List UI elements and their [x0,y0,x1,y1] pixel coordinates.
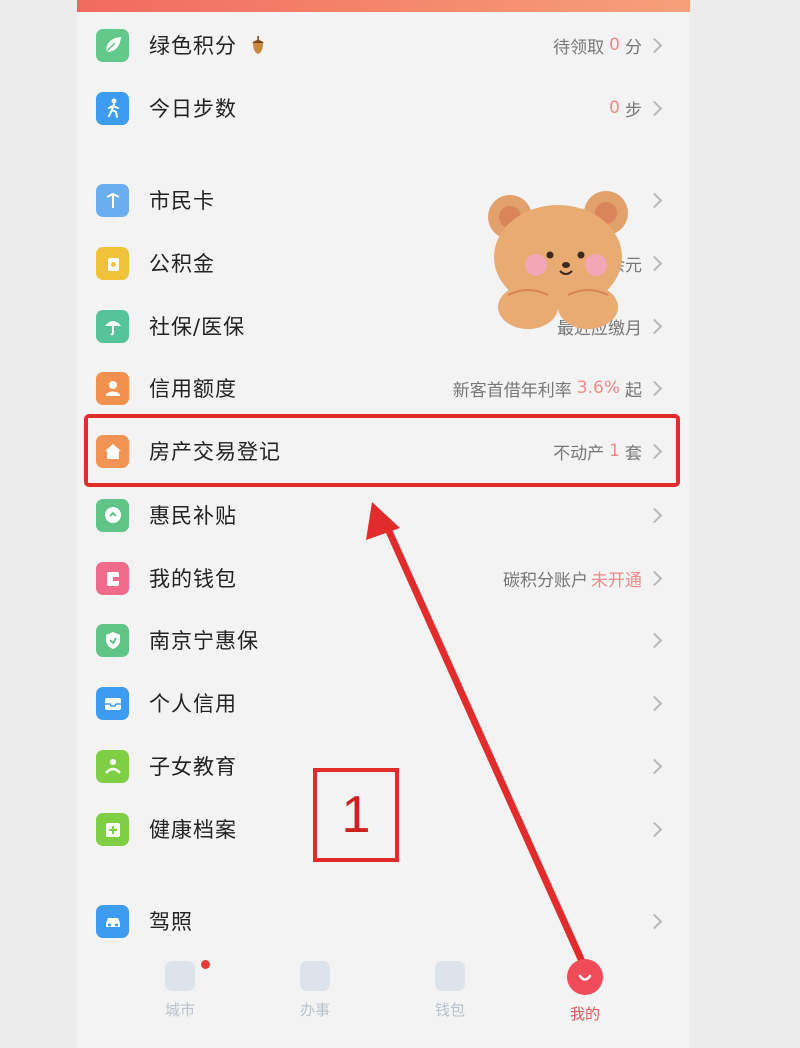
header-banner-edge [77,0,690,12]
phone-screen: 绿色积分待领取0分今日步数0步市民卡公积金余元社保/医保最近应缴月信用额度新客首… [77,0,690,1048]
chevron-right-icon [646,632,663,648]
menu-item-driver-license[interactable]: 驾照 [77,890,690,952]
detail-value: 0 [609,98,620,118]
detail-suffix: 未开通 [591,570,642,591]
menu-item-text: 社保/医保 [149,315,246,339]
detail-suffix: 分 [625,37,642,58]
shield-icon [96,623,129,657]
leaf-icon [96,28,129,62]
detail-value: 0 [609,35,620,55]
chevron-right-icon [646,821,663,837]
menu-item-label: 个人信用 [149,688,237,718]
walking-icon [96,91,129,125]
menu-item-detail: 新客首借年利率 3.6% 起 [453,376,642,401]
menu-item-text: 驾照 [149,910,193,934]
wallet-tab-icon [435,961,465,991]
education-icon [96,749,129,783]
menu-item-personal-credit[interactable]: 个人信用 [77,672,690,734]
highlight-box [84,414,680,487]
menu-item-label: 惠民补贴 [149,500,237,530]
car-icon [96,904,129,938]
chevron-right-icon [646,192,663,208]
detail-suffix: 起 [625,380,642,401]
menu-item-text: 信用额度 [149,377,237,401]
subsidy-icon [96,498,129,532]
detail-suffix: 步 [625,100,642,121]
chevron-right-icon [646,570,663,586]
health-icon [96,812,129,846]
menu-item-text: 子女教育 [149,755,237,779]
detail-value: 3.6% [576,378,620,398]
menu-item-text: 健康档案 [149,818,237,842]
tab-label: 办事 [299,1001,330,1019]
chevron-right-icon [646,37,663,53]
menu-item-text: 今日步数 [149,97,237,121]
menu-item-label: 社保/医保 [149,311,245,341]
chevron-right-icon [646,318,663,334]
wallet-icon [96,561,129,595]
menu-item-label: 公积金 [149,248,215,278]
menu-item-text: 市民卡 [149,189,215,213]
menu-item-detail: 待领取 0 分 [553,33,642,58]
acorn-icon [252,36,264,54]
detail-prefix: 新客首借年利率 [452,380,572,401]
menu-item-label: 我的钱包 [149,563,237,593]
menu-item-label: 市民卡 [149,185,215,215]
umbrella-icon [96,309,129,343]
smile-icon [567,959,603,995]
detail-prefix: 待领取 [553,37,605,58]
menu-item-label: 信用额度 [149,373,237,403]
menu-item-green-points[interactable]: 绿色积分 待领取 0 分 [77,14,690,76]
menu-item-text: 我的钱包 [149,567,237,591]
chevron-right-icon [646,695,663,711]
menu-item-label: 绿色积分 [149,30,267,60]
menu-item-label: 今日步数 [149,93,237,123]
tab-wallet[interactable]: 钱包 [405,955,495,1025]
menu-item-text: 惠民补贴 [149,504,237,528]
chevron-right-icon [646,255,663,271]
chevron-right-icon [646,507,663,523]
step-number: 1 [341,786,371,844]
menu-item-label: 南京宁惠保 [149,625,259,655]
chevron-right-icon [646,380,663,396]
tab-label: 我的 [569,1005,600,1023]
card-icon [96,183,129,217]
menu-item-nanjing-insurance[interactable]: 南京宁惠保 [77,609,690,671]
menu-item-label: 健康档案 [149,814,237,844]
tab-city[interactable]: 城市 [135,955,225,1025]
chevron-right-icon [646,913,663,929]
services-icon [300,961,330,991]
menu-item-label: 子女教育 [149,751,237,781]
bottom-tab-bar: 城市 办事 钱包 我的 [77,955,690,1025]
tab-services[interactable]: 办事 [270,955,360,1025]
menu-item-text: 绿色积分 [149,34,237,58]
menu-item-text: 个人信用 [149,692,237,716]
menu-item-wallet[interactable]: 我的钱包 碳积分账户 未开通 [77,547,690,609]
menu-item-detail: 0步 [604,96,642,121]
step-number-box: 1 [313,768,399,862]
inbox-icon [96,686,129,720]
fund-icon [96,246,129,280]
menu-item-text: 公积金 [149,252,215,276]
chevron-right-icon [646,758,663,774]
menu-item-detail: 碳积分账户 未开通 [503,566,642,591]
detail-prefix: 碳积分账户 [503,570,588,591]
chevron-right-icon [646,100,663,116]
city-icon [165,961,195,991]
menu-item-subsidy[interactable]: 惠民补贴 [77,484,690,546]
tab-label: 钱包 [434,1001,465,1019]
menu-item-steps[interactable]: 今日步数 0 步 [77,77,690,139]
bear-sticker [488,191,628,329]
tab-mine[interactable]: 我的 [540,955,630,1025]
menu-item-credit-limit[interactable]: 信用额度 新客首借年利率 3.6% 起 [77,357,690,419]
credit-icon [96,371,129,405]
menu-item-label: 驾照 [149,906,193,936]
tab-label: 城市 [164,1001,195,1019]
menu-item-text: 南京宁惠保 [149,629,259,653]
